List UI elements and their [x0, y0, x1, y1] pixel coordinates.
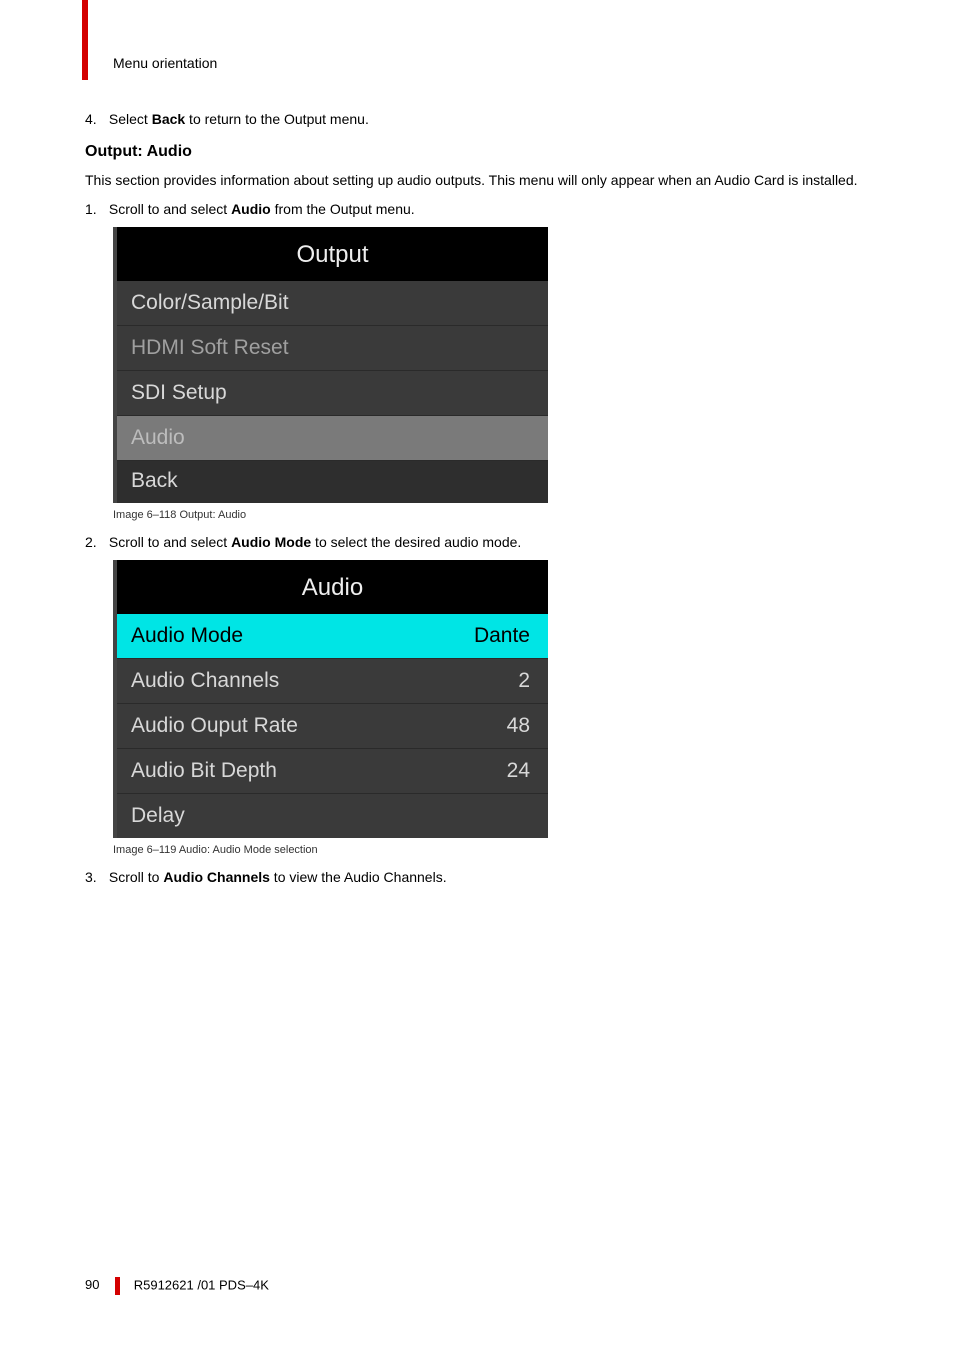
output-menu-screenshot: Output Color/Sample/Bit HDMI Soft Reset …: [113, 227, 548, 503]
menu-item-sdi-setup[interactable]: SDI Setup: [117, 370, 548, 415]
step-text-suffix: from the Output menu.: [271, 201, 415, 217]
menu-item-label: Delay: [131, 804, 185, 828]
step-text-bold: Audio Channels: [163, 869, 270, 885]
menu-item-audio-output-rate[interactable]: Audio Ouput Rate 48: [117, 703, 548, 748]
menu-item-value: 48: [507, 714, 530, 738]
menu-item-label: HDMI Soft Reset: [131, 336, 289, 360]
step-number: 4.: [85, 110, 105, 129]
footer-doc-id: R5912621 /01 PDS–4K: [134, 1277, 269, 1292]
step-text-bold: Audio: [231, 201, 271, 217]
step-3: 3. Scroll to Audio Channels to view the …: [85, 868, 870, 887]
menu-item-back[interactable]: Back: [117, 460, 548, 503]
step-text-prefix: Select: [109, 111, 152, 127]
step-text-prefix: Scroll to and select: [109, 534, 231, 550]
step-2: 2. Scroll to and select Audio Mode to se…: [85, 533, 870, 552]
menu-item-color-sample-bit[interactable]: Color/Sample/Bit: [117, 281, 548, 325]
menu-item-audio-bit-depth[interactable]: Audio Bit Depth 24: [117, 748, 548, 793]
image-caption-2: Image 6–119 Audio: Audio Mode selection: [113, 844, 870, 856]
menu-item-label: SDI Setup: [131, 381, 227, 405]
menu-item-label: Back: [131, 469, 178, 493]
menu-item-audio[interactable]: Audio: [117, 415, 548, 460]
step-text-bold: Back: [152, 111, 185, 127]
step-text-suffix: to view the Audio Channels.: [270, 869, 447, 885]
step-text-bold: Audio Mode: [231, 534, 311, 550]
page-number: 90: [85, 1277, 99, 1292]
menu-item-delay[interactable]: Delay: [117, 793, 548, 838]
menu-item-label: Audio Ouput Rate: [131, 714, 298, 738]
menu-title: Audio: [117, 560, 548, 614]
step-text-prefix: Scroll to: [109, 869, 163, 885]
header-accent-bar: [82, 0, 88, 80]
step-text-prefix: Scroll to and select: [109, 201, 231, 217]
menu-item-value: 24: [507, 759, 530, 783]
menu-item-value: 2: [518, 669, 530, 693]
menu-item-label: Audio: [131, 426, 185, 450]
section-intro: This section provides information about …: [85, 171, 870, 190]
menu-item-label: Audio Bit Depth: [131, 759, 277, 783]
menu-item-audio-mode[interactable]: Audio Mode Dante: [117, 614, 548, 658]
menu-title: Output: [117, 227, 548, 281]
step-text-suffix: to return to the Output menu.: [185, 111, 369, 127]
menu-item-label: Audio Channels: [131, 669, 279, 693]
step-4: 4. Select Back to return to the Output m…: [85, 110, 870, 129]
step-number: 2.: [85, 533, 105, 552]
audio-menu-screenshot: Audio Audio Mode Dante Audio Channels 2 …: [113, 560, 548, 838]
menu-item-label: Audio Mode: [131, 624, 243, 648]
page-footer: 90 R5912621 /01 PDS–4K: [85, 1277, 269, 1295]
step-number: 3.: [85, 868, 105, 887]
section-heading: Output: Audio: [85, 143, 870, 161]
menu-item-label: Color/Sample/Bit: [131, 291, 289, 315]
image-caption-1: Image 6–118 Output: Audio: [113, 509, 870, 521]
menu-item-audio-channels[interactable]: Audio Channels 2: [117, 658, 548, 703]
footer-accent-bar: [115, 1277, 120, 1295]
menu-item-hdmi-soft-reset[interactable]: HDMI Soft Reset: [117, 325, 548, 370]
step-number: 1.: [85, 200, 105, 219]
step-text-suffix: to select the desired audio mode.: [311, 534, 521, 550]
header-section-label: Menu orientation: [113, 55, 217, 71]
menu-item-value: Dante: [474, 624, 530, 648]
step-1: 1. Scroll to and select Audio from the O…: [85, 200, 870, 219]
